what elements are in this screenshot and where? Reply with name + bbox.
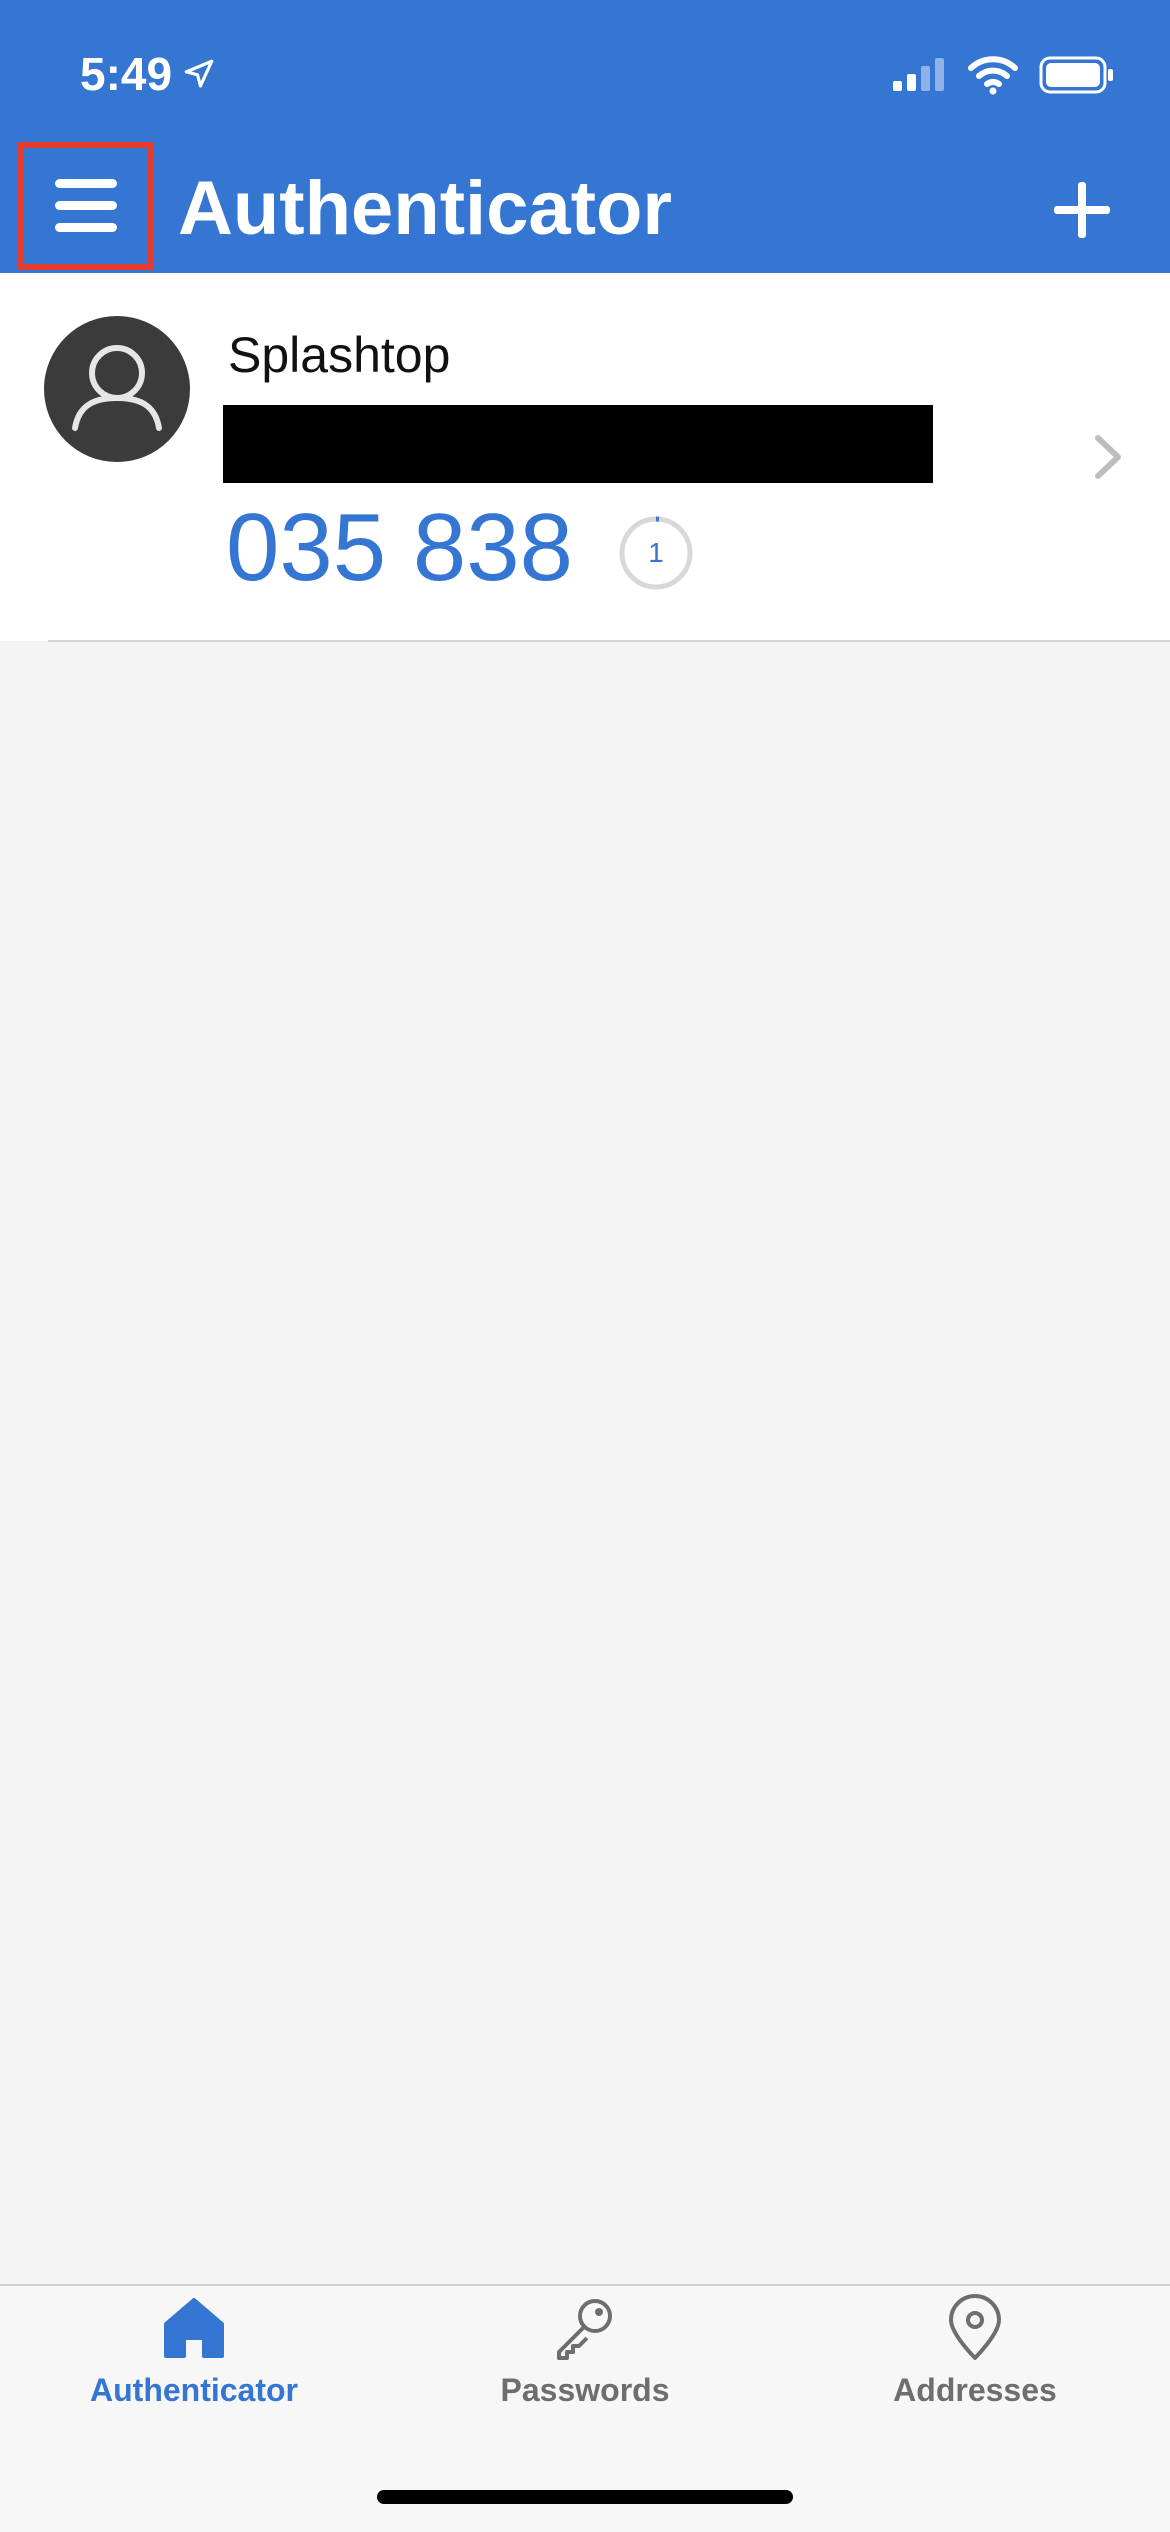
tab-passwords-label: Passwords — [500, 2372, 670, 2408]
plus-icon — [1054, 182, 1110, 238]
home-icon — [164, 2298, 224, 2358]
otp-timer-seconds: 1 — [648, 537, 664, 568]
wifi-icon — [968, 56, 1018, 95]
menu-button[interactable] — [18, 142, 154, 270]
list-divider — [48, 640, 1170, 642]
page-title: Authenticator — [178, 165, 672, 251]
tab-authenticator-label: Authenticator — [90, 2372, 298, 2408]
status-time-text: 5:49 — [80, 48, 173, 100]
tab-addresses[interactable]: Addresses — [825, 2294, 1125, 2424]
home-indicator[interactable] — [377, 2490, 793, 2504]
otp-code: 035 838 — [226, 494, 574, 601]
otp-timer: 1 — [618, 515, 694, 591]
tab-passwords[interactable]: Passwords — [435, 2294, 735, 2424]
person-icon — [72, 345, 162, 431]
status-bar-time: 5:49 — [80, 44, 216, 104]
cellular-signal-icon — [893, 58, 944, 91]
add-account-button[interactable] — [1044, 172, 1120, 248]
account-name: Splashtop — [228, 327, 451, 383]
app-header: 5:49 Authenticator — [0, 0, 1170, 273]
tab-addresses-label: Addresses — [893, 2372, 1057, 2408]
redacted-account-email — [223, 405, 933, 483]
key-icon — [557, 2299, 612, 2360]
account-avatar — [44, 316, 190, 462]
chevron-right-icon[interactable] — [1090, 432, 1126, 482]
battery-icon — [1039, 56, 1113, 94]
map-pin-icon — [949, 2294, 1001, 2360]
tab-authenticator[interactable]: Authenticator — [44, 2294, 344, 2424]
status-bar-indicators — [891, 50, 1115, 100]
hamburger-menu-icon — [55, 179, 117, 232]
location-arrow-icon — [184, 59, 214, 88]
